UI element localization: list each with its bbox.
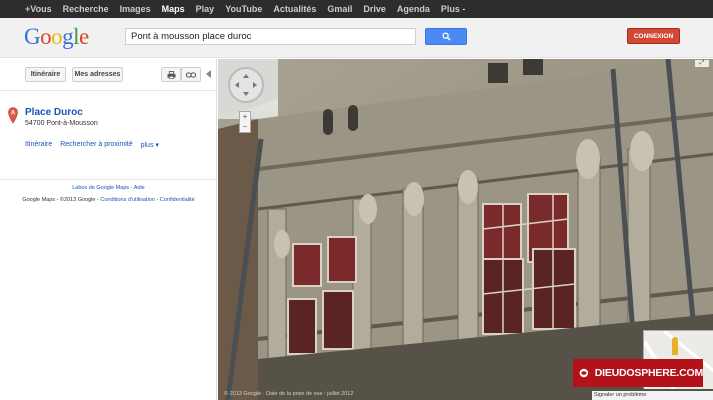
place-marker-icon[interactable]: A	[8, 107, 18, 124]
left-panel: Itinéraire Mes adresses A Place Duroc 54…	[0, 59, 217, 400]
nav-item-images[interactable]: Images	[120, 4, 151, 14]
zoom-in-icon[interactable]: +	[240, 112, 250, 122]
help-link[interactable]: Aide	[134, 185, 145, 191]
zoom-out-icon[interactable]: −	[240, 122, 250, 132]
nav-item-gmail[interactable]: Gmail	[327, 4, 352, 14]
labs-link[interactable]: Labos de Google Maps	[72, 185, 129, 191]
footer-legal: Google Maps - ©2013 Google - Conditions …	[22, 197, 195, 203]
pan-arrows-icon	[235, 74, 257, 96]
nav-item-agenda[interactable]: Agenda	[397, 4, 430, 14]
globe-icon	[579, 368, 589, 378]
divider	[0, 179, 216, 180]
search-nearby-link[interactable]: Rechercher à proximité	[60, 141, 132, 149]
navigation-compass[interactable]	[228, 67, 264, 103]
terms-link[interactable]: Conditions d'utilisation	[100, 197, 155, 203]
report-problem-link[interactable]: Signaler un problème	[592, 391, 713, 400]
nav-item-drive[interactable]: Drive	[363, 4, 386, 14]
street-view-panorama[interactable]: + − ⤢ © 2013 Google · Date de la prise d…	[218, 59, 713, 400]
google-logo[interactable]: Google	[24, 24, 89, 50]
search-input[interactable]: Pont à mousson place duroc	[125, 28, 416, 45]
collapse-panel-icon[interactable]	[206, 70, 211, 78]
search-button[interactable]	[425, 28, 467, 45]
nav-item-recherche[interactable]: Recherche	[63, 4, 109, 14]
building-facade-image	[218, 59, 713, 400]
nav-item-play[interactable]: Play	[196, 4, 215, 14]
nav-item-youtube[interactable]: YouTube	[225, 4, 262, 14]
my-addresses-button[interactable]: Mes adresses	[72, 67, 123, 82]
nav-item-maps[interactable]: Maps	[162, 4, 185, 14]
svg-text:A: A	[11, 111, 16, 117]
streetview-copyright: © 2013 Google · Date de la prise de vue …	[224, 391, 354, 397]
place-address: 54700 Pont-à-Mousson	[25, 120, 98, 127]
nav-item-plus-vous[interactable]: +Vous	[25, 4, 52, 14]
copyright-text: Google Maps - ©2013 Google -	[22, 197, 99, 203]
watermark-text: DIEUDOSPHERE.COM	[594, 367, 703, 379]
header: Google Pont à mousson place duroc CONNEX…	[0, 18, 713, 58]
expand-icon[interactable]: ⤢	[695, 60, 709, 67]
nav-item-more[interactable]: Plus -	[441, 4, 466, 14]
printer-icon	[167, 70, 175, 79]
print-button[interactable]	[161, 67, 181, 82]
nav-item-actualites[interactable]: Actualités	[273, 4, 316, 14]
top-navigation-bar: +Vous Recherche Images Maps Play YouTube…	[0, 0, 713, 18]
link-button[interactable]	[181, 67, 201, 82]
itinerary-button[interactable]: Itinéraire	[25, 67, 66, 82]
more-link[interactable]: plus ▾	[141, 141, 159, 149]
privacy-link[interactable]: Confidentialité	[160, 197, 195, 203]
panel-toolbar: Itinéraire Mes adresses	[0, 59, 217, 91]
place-title[interactable]: Place Duroc	[25, 107, 83, 118]
itinerary-link[interactable]: Itinéraire	[25, 141, 52, 149]
footer-links: Labos de Google Maps - Aide	[72, 185, 145, 191]
place-actions: Itinéraire Rechercher à proximité plus ▾	[25, 141, 167, 149]
link-icon	[186, 71, 196, 78]
login-button[interactable]: CONNEXION	[627, 28, 680, 44]
zoom-control[interactable]: + −	[239, 111, 251, 133]
watermark-badge: DIEUDOSPHERE.COM	[573, 359, 703, 387]
search-icon	[441, 32, 451, 41]
